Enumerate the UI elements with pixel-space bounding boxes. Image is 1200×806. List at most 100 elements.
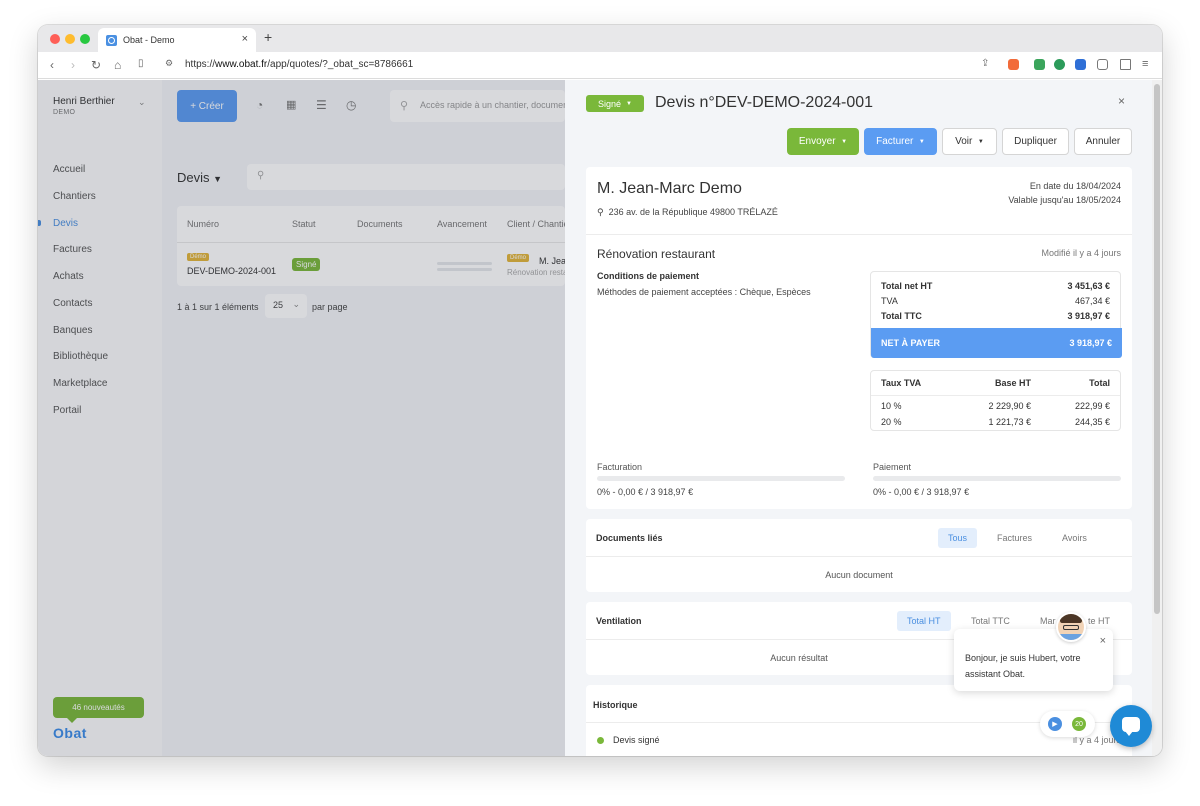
tva-total: 244,35 € (1074, 417, 1110, 427)
totals-box: Total net HT 3 451,63 € TVA 467,34 € Total… (870, 271, 1122, 358)
forward-icon[interactable]: › (71, 58, 75, 72)
sidebar-toggle-icon[interactable] (1120, 59, 1131, 70)
tva-table: Taux TVA Base HT Total 10 % 2 229,90 € 2… (870, 370, 1121, 431)
bookmark-icon[interactable]: ▯ (138, 58, 144, 69)
project-subject: Rénovation restaurant (597, 247, 716, 261)
scrollbar[interactable] (1152, 80, 1162, 756)
cancel-button[interactable]: Annuler (1074, 128, 1132, 155)
total-ht-label: Total net HT (881, 281, 933, 291)
obat-favicon-icon (106, 34, 117, 46)
close-icon[interactable]: × (1118, 94, 1125, 108)
total-ht-value: 3 451,63 € (1067, 281, 1110, 291)
browser-toolbar: ‹ › ↻ ⌂ ▯ ⚙ https://www.obat.fr/app/quot… (38, 52, 1162, 79)
assistant-avatar (1056, 612, 1086, 642)
status-dropdown[interactable]: Signé ▼ (586, 95, 644, 112)
status-label: Signé (598, 98, 622, 109)
invoice-label: Facturer (876, 136, 914, 147)
filter-tous[interactable]: Tous (938, 528, 978, 548)
total-ttc-label: Total TTC (881, 311, 922, 321)
quote-validity: Valable jusqu'au 18/05/2024 (1008, 195, 1121, 205)
brave-shield-icon[interactable] (1008, 59, 1019, 70)
invoice-button[interactable]: Facturer ▼ (864, 128, 937, 155)
extensions-puzzle-icon[interactable] (1097, 59, 1108, 70)
menu-icon[interactable]: ≡ (1142, 58, 1148, 70)
location-pin-icon: ⚲ (597, 207, 604, 217)
net-to-pay-label: NET À PAYER (881, 338, 941, 348)
tab-title: Obat - Demo (123, 35, 175, 45)
avatar-hair (1060, 614, 1082, 623)
play-icon[interactable]: ▶ (1048, 717, 1062, 731)
extension-download-icon[interactable] (1034, 59, 1045, 70)
url-path: /app/quotes/?_obat_sc=8786661 (267, 59, 414, 70)
billing-progress-bar (597, 476, 845, 481)
filter-total-ht[interactable]: Total HT (897, 611, 951, 631)
tva-header-rate: Taux TVA (881, 378, 922, 388)
payment-progress-bar (873, 476, 1121, 481)
view-button[interactable]: Voir ▼ (942, 128, 997, 155)
duplicate-button[interactable]: Dupliquer (1002, 128, 1069, 155)
tva-header-total: Total (1089, 378, 1110, 388)
quote-date: En date du 18/04/2024 (1029, 181, 1121, 191)
total-ht-row: Total net HT 3 451,63 € (881, 281, 1110, 291)
address-bar[interactable]: https://www.obat.fr/app/quotes/?_obat_sc… (185, 59, 413, 70)
client-name[interactable]: M. Jean-Marc Demo (597, 180, 742, 198)
caret-down-icon: ▼ (918, 138, 925, 145)
browser-tab[interactable]: Obat - Demo × (98, 28, 256, 52)
filter-avoirs[interactable]: Avoirs (1052, 528, 1097, 548)
history-event: Devis signé (613, 735, 660, 745)
history-title: Historique (593, 700, 638, 710)
total-ttc-row: Total TTC 3 918,97 € (881, 311, 1110, 321)
new-tab-button[interactable]: + (264, 29, 272, 45)
share-icon[interactable]: ⇪ (981, 58, 989, 69)
notification-count[interactable]: 20 (1072, 717, 1086, 731)
title-bar: Obat - Demo × + (38, 25, 1162, 52)
divider (871, 395, 1120, 396)
tva-header-base: Base HT (994, 378, 1031, 388)
home-icon[interactable]: ⌂ (114, 58, 121, 72)
billing-label: Facturation (597, 462, 643, 472)
filter-factures[interactable]: Factures (987, 528, 1042, 548)
billing-value: 0% - 0,00 € / 3 918,97 € (597, 487, 694, 497)
tva-value: 467,34 € (1074, 296, 1110, 306)
extension-blue-icon[interactable] (1075, 59, 1086, 70)
tva-total: 222,99 € (1074, 401, 1110, 411)
tva-label: TVA (881, 296, 898, 306)
tva-row: TVA 467,34 € (881, 296, 1110, 306)
send-label: Envoyer (798, 136, 836, 147)
chat-launcher-button[interactable] (1110, 705, 1152, 747)
linked-documents-title: Documents liés (596, 533, 663, 543)
quote-dates: En date du 18/04/2024 Valable jusqu'au 1… (1008, 179, 1121, 207)
divider (586, 234, 1132, 235)
tva-rate: 10 % (881, 401, 902, 411)
quote-summary-card: M. Jean-Marc Demo ⚲ 236 av. de la Républ… (586, 167, 1132, 509)
tva-base: 1 221,73 € (988, 417, 1031, 427)
reload-icon[interactable]: ↻ (91, 58, 101, 72)
url-prefix: https:// (185, 59, 216, 70)
ventilation-title: Ventilation (596, 616, 642, 626)
chat-icon (1122, 717, 1140, 736)
scrollbar-thumb[interactable] (1154, 84, 1160, 614)
tab-close-icon[interactable]: × (242, 33, 248, 45)
zoom-window-button[interactable] (80, 34, 90, 44)
close-window-button[interactable] (50, 34, 60, 44)
modified-time: Modifié il y a 4 jours (1041, 248, 1121, 258)
close-icon[interactable]: × (1100, 633, 1106, 649)
payment-value: 0% - 0,00 € / 3 918,97 € (873, 487, 970, 497)
send-button[interactable]: Envoyer ▼ (787, 128, 859, 155)
avatar-glasses (1063, 625, 1079, 630)
chat-message: Bonjour, je suis Hubert, votre assistant… (965, 653, 1081, 679)
site-settings-icon[interactable]: ⚙ (165, 58, 173, 69)
filter-total-ttc[interactable]: Total TTC (961, 611, 1020, 631)
caret-down-icon: ▼ (977, 138, 984, 145)
back-icon[interactable]: ‹ (50, 58, 54, 72)
payment-conditions-title: Conditions de paiement (597, 271, 700, 281)
backdrop-overlay[interactable] (38, 80, 565, 756)
address-text: 236 av. de la République 49800 TRÉLAZÉ (608, 207, 778, 217)
minimize-window-button[interactable] (65, 34, 75, 44)
caret-down-icon: ▼ (626, 100, 632, 107)
client-address: ⚲ 236 av. de la République 49800 TRÉLAZÉ (597, 207, 778, 218)
extension-green-icon[interactable] (1054, 59, 1065, 70)
url-host: www.obat.fr (215, 59, 268, 70)
chat-message-bubble[interactable]: × Bonjour, je suis Hubert, votre assista… (954, 629, 1113, 691)
total-ttc-value: 3 918,97 € (1067, 311, 1110, 321)
